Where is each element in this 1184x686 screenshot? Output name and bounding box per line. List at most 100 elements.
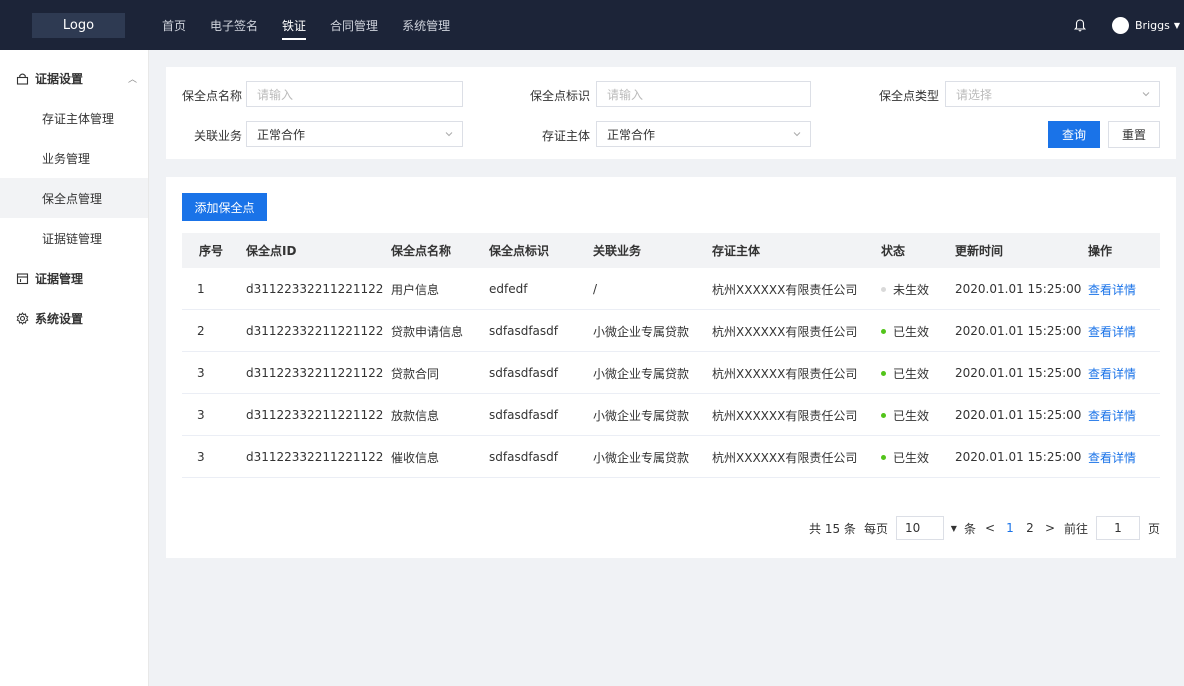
query-button[interactable]: 查询 xyxy=(1048,121,1100,148)
sidebar-item-preservation-point-management[interactable]: 保全点管理 xyxy=(0,178,148,218)
reset-button[interactable]: 重置 xyxy=(1108,121,1160,148)
cell-status: 已生效 xyxy=(881,436,929,478)
cell-tag: sdfasdfasdf xyxy=(489,408,558,422)
cell-id: d31122332211221122 xyxy=(246,450,384,464)
caret-down-icon: ▼ xyxy=(950,523,957,533)
evidence-subject-select[interactable]: 正常合作 xyxy=(596,121,811,147)
table-row: 3 d31122332211221122 贷款合同 sdfasdfasdf 小微… xyxy=(182,352,1160,394)
cell-business: 小微企业专属贷款 xyxy=(593,324,690,339)
table-row: 3 d31122332211221122 放款信息 sdfasdfasdf 小微… xyxy=(182,394,1160,436)
preservation-point-id-input[interactable]: 请输入 xyxy=(596,81,811,107)
cell-business: 小微企业专属贷款 xyxy=(593,366,690,381)
page-unit: 页 xyxy=(1147,521,1160,536)
cell-tag: sdfasdfasdf xyxy=(489,366,558,380)
sidebar-group-label: 证据设置 xyxy=(35,72,84,86)
chevron-up-icon: ︿ xyxy=(128,75,138,85)
cell-tag: sdfasdfasdf xyxy=(489,324,558,338)
status-text: 已生效 xyxy=(893,450,930,465)
column-header: 存证主体 xyxy=(712,244,761,258)
filter-id-label: 保全点标识 xyxy=(530,89,591,103)
cell-status: 已生效 xyxy=(881,394,929,436)
view-details-link[interactable]: 查看详情 xyxy=(1088,436,1136,478)
sidebar-item-evidence-chain-management[interactable]: 证据链管理 xyxy=(0,218,148,258)
chevron-down-icon xyxy=(792,128,802,138)
status-dot xyxy=(881,370,886,376)
per-page-unit: 条 xyxy=(963,521,976,536)
cell-no: 1 xyxy=(197,282,205,296)
cell-name: 放款信息 xyxy=(391,408,440,423)
sidebar-group-evidence-management[interactable]: 证据管理 xyxy=(15,270,83,287)
cell-name: 催收信息 xyxy=(391,450,440,465)
table-row: 1 d31122332211221122 用户信息 edfedf / 杭州XXX… xyxy=(182,268,1160,310)
column-header: 保全点标识 xyxy=(489,244,550,258)
nav-item-evidence[interactable]: 铁证 xyxy=(282,0,307,50)
bell-icon[interactable] xyxy=(1072,17,1088,33)
page-number[interactable]: 2 xyxy=(1024,521,1036,535)
cell-id: d31122332211221122 xyxy=(246,408,384,422)
cell-status: 已生效 xyxy=(881,352,929,394)
view-details-link[interactable]: 查看详情 xyxy=(1088,268,1136,310)
page-number[interactable]: 1 xyxy=(1004,521,1016,535)
logo[interactable]: Logo xyxy=(32,13,125,38)
nav-item-contract-management[interactable]: 合同管理 xyxy=(330,0,378,50)
cell-time: 2020.01.01 15:25:00 xyxy=(955,366,1082,380)
preservation-point-type-select[interactable]: 请选择 xyxy=(945,81,1160,107)
column-header: 关联业务 xyxy=(593,244,642,258)
view-details-link[interactable]: 查看详情 xyxy=(1088,394,1136,436)
status-dot xyxy=(881,412,886,418)
cell-id: d31122332211221122 xyxy=(246,282,384,296)
cell-id: d31122332211221122 xyxy=(246,366,384,380)
nav-item-home[interactable]: 首页 xyxy=(162,0,186,50)
filter-name-label: 保全点名称 xyxy=(182,89,243,103)
status-text: 未生效 xyxy=(893,282,930,297)
view-details-link[interactable]: 查看详情 xyxy=(1088,310,1136,352)
cell-id: d31122332211221122 xyxy=(246,324,384,338)
prev-page-icon[interactable]: < xyxy=(984,521,996,535)
sidebar-group-system-settings[interactable]: 系统设置 xyxy=(15,310,83,327)
nav-item-e-signature[interactable]: 电子签名 xyxy=(210,0,258,50)
cell-time: 2020.01.01 15:25:00 xyxy=(955,324,1082,338)
status-dot xyxy=(881,454,886,460)
cell-time: 2020.01.01 15:25:00 xyxy=(955,408,1082,422)
sidebar-group-label: 系统设置 xyxy=(35,312,84,326)
preservation-point-name-input[interactable]: 请输入 xyxy=(246,81,463,107)
sidebar: 证据设置 ︿ 存证主体管理 业务管理 保全点管理 证据链管理 证据管理 系统设置 xyxy=(0,50,149,686)
column-header: 保全点名称 xyxy=(391,244,452,258)
sidebar-item-business-management[interactable]: 业务管理 xyxy=(0,138,148,178)
table-header: 序号 保全点ID 保全点名称 保全点标识 关联业务 存证主体 状态 更新时间 操… xyxy=(182,233,1160,268)
table-row: 3 d31122332211221122 催收信息 sdfasdfasdf 小微… xyxy=(182,436,1160,478)
top-bar: Logo 首页 电子签名 铁证 合同管理 系统管理 Briggs ▼ xyxy=(0,0,1184,50)
cell-time: 2020.01.01 15:25:00 xyxy=(955,450,1082,464)
user-menu[interactable]: Briggs ▼ xyxy=(1112,16,1184,34)
column-header: 序号 xyxy=(199,244,224,258)
view-details-link[interactable]: 查看详情 xyxy=(1088,352,1136,394)
status-dot xyxy=(881,286,886,292)
cell-status: 未生效 xyxy=(881,268,929,310)
page-size-select[interactable]: 10 ▼ xyxy=(895,516,957,540)
goto-page-input[interactable]: 1 xyxy=(1095,516,1140,540)
avatar xyxy=(1112,16,1130,34)
chevron-down-icon xyxy=(1141,88,1151,98)
goto-label: 前往 xyxy=(1063,521,1088,536)
cell-subject: 杭州XXXXXX有限责任公司 xyxy=(712,282,858,297)
next-page-icon[interactable]: > xyxy=(1044,521,1056,535)
table-row: 2 d31122332211221122 贷款申请信息 sdfasdfasdf … xyxy=(182,310,1160,352)
select-value: 正常合作 xyxy=(607,127,656,142)
pagination: 共 15 条 每页 10 ▼ 条 < 1 2 > 前往 1 页 xyxy=(801,515,1160,541)
sidebar-group-label: 证据管理 xyxy=(35,272,84,286)
related-business-select[interactable]: 正常合作 xyxy=(246,121,463,147)
page-size-value: 10 xyxy=(904,521,921,535)
lock-icon xyxy=(15,72,29,86)
cell-business: / xyxy=(593,282,598,296)
gear-icon xyxy=(15,312,29,326)
sidebar-group-evidence-settings[interactable]: 证据设置 ︿ xyxy=(15,70,137,87)
cell-name: 贷款申请信息 xyxy=(391,324,464,339)
total-count: 共 15 条 xyxy=(809,521,856,536)
cell-subject: 杭州XXXXXX有限责任公司 xyxy=(712,450,858,465)
nav-item-system-management[interactable]: 系统管理 xyxy=(402,0,450,50)
filter-subject-label: 存证主体 xyxy=(542,129,591,143)
cell-no: 3 xyxy=(197,366,205,380)
status-dot xyxy=(881,328,886,334)
add-preservation-point-button[interactable]: 添加保全点 xyxy=(182,193,267,221)
sidebar-item-subject-management[interactable]: 存证主体管理 xyxy=(0,98,148,138)
